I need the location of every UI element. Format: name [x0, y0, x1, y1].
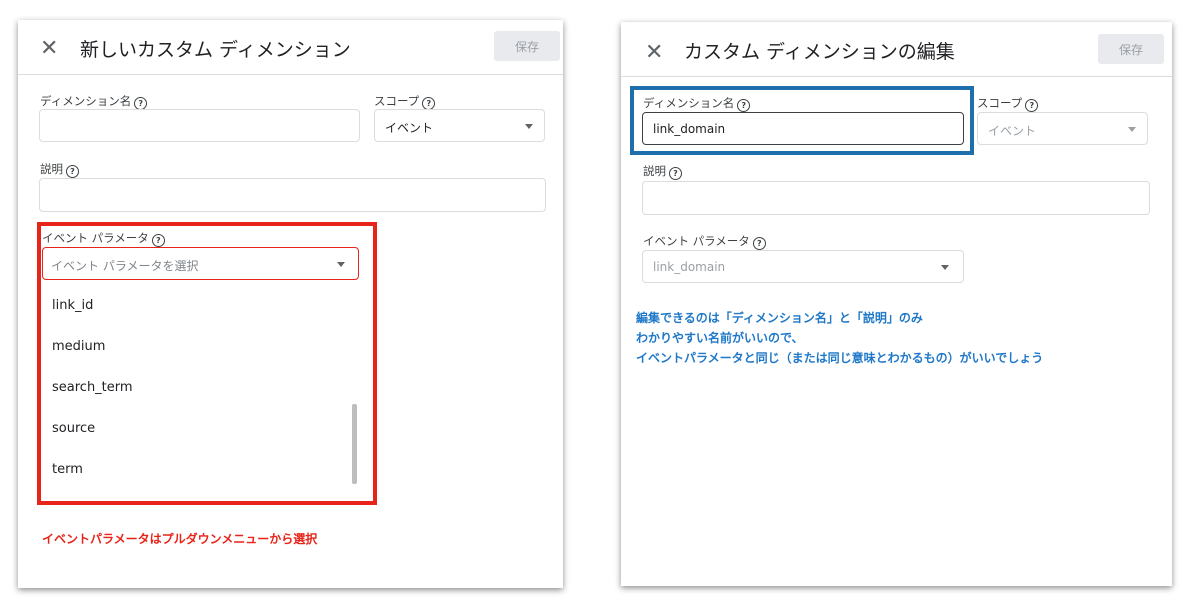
scope-label: スコープ?	[374, 93, 436, 110]
event-param-label-text: イベント パラメータ	[643, 234, 750, 248]
dimension-name-label-text: ディメンション名	[40, 94, 132, 108]
event-param-value: link_domain	[653, 260, 726, 274]
dropdown-arrow-icon	[337, 262, 345, 267]
description-label-text: 説明	[40, 162, 63, 176]
dimension-name-label-text: ディメンション名	[643, 96, 735, 110]
event-param-select: link_domain	[642, 250, 964, 283]
description-label: 説明?	[40, 161, 79, 178]
dropdown-menu: link_id medium search_term source term	[42, 282, 360, 500]
dropdown-option[interactable]: term	[52, 462, 83, 477]
dimension-name-input[interactable]	[39, 109, 360, 142]
help-circle-icon[interactable]: ?	[669, 167, 682, 180]
scope-value: イベント	[385, 121, 434, 135]
dropdown-option[interactable]: search_term	[52, 380, 133, 395]
scope-select: イベント	[977, 112, 1148, 145]
event-param-placeholder: イベント パラメータを選択	[51, 259, 199, 273]
dropdown-scrollbar[interactable]	[352, 404, 357, 484]
description-label: 説明?	[643, 163, 682, 180]
annotation-line: わかりやすい名前がいいので、	[636, 331, 804, 345]
scope-label-text: スコープ	[374, 94, 420, 108]
scope-label-text: スコープ	[977, 96, 1023, 110]
edit-custom-dimension-dialog: ✕ カスタム ディメンションの編集 保存 ディメンション名? link_doma…	[621, 22, 1172, 586]
annotation-text: イベントパラメータはプルダウンメニューから選択	[42, 532, 318, 546]
dialog-header: ✕ 新しいカスタム ディメンション 保存	[18, 20, 563, 75]
dropdown-option[interactable]: medium	[52, 339, 105, 354]
save-button[interactable]: 保存	[1098, 34, 1164, 64]
event-param-label: イベント パラメータ?	[643, 233, 766, 250]
description-input[interactable]	[39, 178, 546, 212]
dimension-name-input[interactable]: link_domain	[642, 112, 964, 145]
scope-value: イベント	[988, 124, 1037, 138]
scope-label: スコープ?	[977, 95, 1039, 112]
dropdown-arrow-icon	[941, 265, 949, 270]
close-icon[interactable]: ✕	[645, 42, 663, 64]
help-circle-icon[interactable]: ?	[151, 234, 165, 247]
event-param-label: イベント パラメータ?	[42, 230, 165, 247]
dropdown-arrow-icon	[525, 124, 533, 129]
annotation-line: イベントパラメータと同じ（または同じ意味とわかるもの）がいいでしょう	[636, 351, 1044, 365]
description-label-text: 説明	[643, 164, 666, 178]
save-button[interactable]: 保存	[494, 31, 560, 61]
event-param-label-text: イベント パラメータ	[42, 231, 149, 245]
description-input[interactable]	[642, 181, 1150, 215]
help-circle-icon[interactable]: ?	[1025, 99, 1039, 112]
dropdown-arrow-icon	[1128, 127, 1136, 132]
new-custom-dimension-dialog: ✕ 新しいカスタム ディメンション 保存 ディメンション名? スコープ? イベン…	[18, 20, 563, 588]
annotation-line: 編集できるのは「ディメンション名」と「説明」のみ	[636, 311, 923, 325]
scope-select[interactable]: イベント	[374, 109, 545, 142]
close-icon[interactable]: ✕	[40, 38, 58, 60]
dialog-title: 新しいカスタム ディメンション	[80, 39, 351, 61]
dimension-name-value: link_domain	[653, 122, 726, 136]
dimension-name-label: ディメンション名?	[643, 95, 751, 112]
dialog-title: カスタム ディメンションの編集	[684, 41, 955, 63]
help-circle-icon[interactable]: ?	[752, 237, 766, 250]
event-param-select[interactable]: イベント パラメータを選択	[42, 247, 359, 280]
dialog-header: ✕ カスタム ディメンションの編集 保存	[621, 22, 1172, 77]
dropdown-option[interactable]: source	[52, 421, 95, 436]
dimension-name-label: ディメンション名?	[40, 93, 148, 110]
help-circle-icon[interactable]: ?	[737, 99, 751, 112]
help-circle-icon[interactable]: ?	[66, 165, 79, 178]
dropdown-option[interactable]: link_id	[52, 298, 93, 313]
